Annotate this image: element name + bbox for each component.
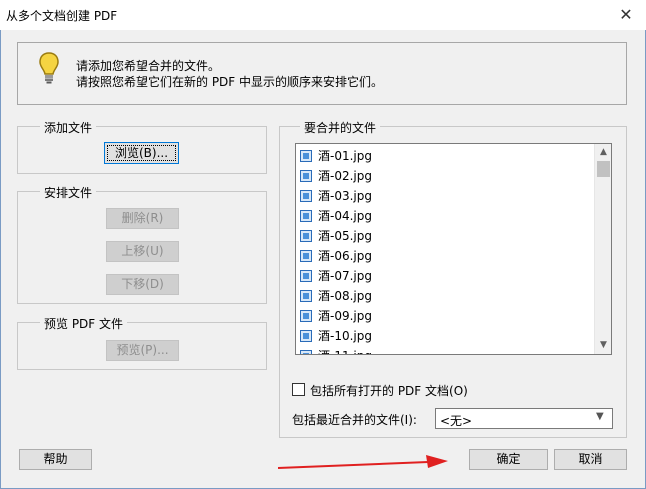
image-file-icon <box>300 230 312 242</box>
image-file-icon <box>300 350 312 354</box>
file-list[interactable]: 酒-01.jpg 酒-02.jpg 酒-03.jpg 酒-04.jpg 酒-05.jpg… <box>295 143 612 355</box>
file-name: 酒-11.jpg <box>318 346 372 354</box>
move-up-button[interactable]: 上移(U) <box>106 241 179 262</box>
title-bar[interactable]: 从多个文档创建 PDF ✕ <box>0 0 646 30</box>
file-name: 酒-08.jpg <box>318 289 372 303</box>
info-line-2: 请按照您希望它们在新的 PDF 中显示的顺序来安排它们。 <box>76 75 384 89</box>
scroll-thumb[interactable] <box>597 161 610 177</box>
file-name: 酒-02.jpg <box>318 169 372 183</box>
image-file-icon <box>300 290 312 302</box>
recent-files-select[interactable]: <无> ▼ <box>435 408 613 429</box>
help-button[interactable]: 帮助 <box>19 449 92 470</box>
image-file-icon <box>300 170 312 182</box>
cancel-button[interactable]: 取消 <box>554 449 627 470</box>
include-open-pdfs-label: 包括所有打开的 PDF 文档(O) <box>310 384 468 398</box>
info-panel: 请添加您希望合并的文件。 请按照您希望它们在新的 PDF 中显示的顺序来安排它们… <box>17 42 627 105</box>
file-name: 酒-06.jpg <box>318 249 372 263</box>
chevron-down-icon[interactable]: ▼ <box>596 411 604 422</box>
close-icon[interactable]: ✕ <box>614 5 638 25</box>
file-list-scrollbar[interactable]: ▲ ▼ <box>594 144 611 354</box>
browse-button[interactable]: 浏览(B)... <box>104 142 179 164</box>
merge-files-legend: 要合并的文件 <box>300 119 381 136</box>
preview-button[interactable]: 预览(P)... <box>106 340 179 361</box>
preview-pdf-legend: 预览 PDF 文件 <box>40 315 128 332</box>
file-name: 酒-05.jpg <box>318 229 372 243</box>
info-line-1: 请添加您希望合并的文件。 <box>76 59 221 73</box>
focus-rect <box>107 145 176 161</box>
image-file-icon <box>300 210 312 222</box>
ok-button[interactable]: 确定 <box>469 449 548 470</box>
lightbulb-icon <box>39 52 59 84</box>
annotation-arrow-icon <box>278 455 448 469</box>
scroll-up-arrow-icon[interactable]: ▲ <box>595 144 612 161</box>
scroll-down-arrow-icon[interactable]: ▼ <box>595 337 612 354</box>
recent-files-label: 包括最近合并的文件(I): <box>292 413 417 427</box>
image-file-icon <box>300 310 312 322</box>
image-file-icon <box>300 150 312 162</box>
image-file-icon <box>300 270 312 282</box>
dialog-title: 从多个文档创建 PDF <box>6 9 118 23</box>
include-open-pdfs-checkbox[interactable] <box>292 383 305 396</box>
file-name: 酒-10.jpg <box>318 329 372 343</box>
delete-button[interactable]: 删除(R) <box>106 208 179 229</box>
move-down-button[interactable]: 下移(D) <box>106 274 179 295</box>
file-name: 酒-01.jpg <box>318 149 372 163</box>
file-name: 酒-07.jpg <box>318 269 372 283</box>
file-name: 酒-04.jpg <box>318 209 372 223</box>
file-name: 酒-09.jpg <box>318 309 372 323</box>
image-file-icon <box>300 190 312 202</box>
image-file-icon <box>300 330 312 342</box>
image-file-icon <box>300 250 312 262</box>
file-name: 酒-03.jpg <box>318 189 372 203</box>
add-files-legend: 添加文件 <box>40 119 97 136</box>
recent-files-value: <无> <box>440 414 473 428</box>
arrange-files-legend: 安排文件 <box>40 184 97 201</box>
